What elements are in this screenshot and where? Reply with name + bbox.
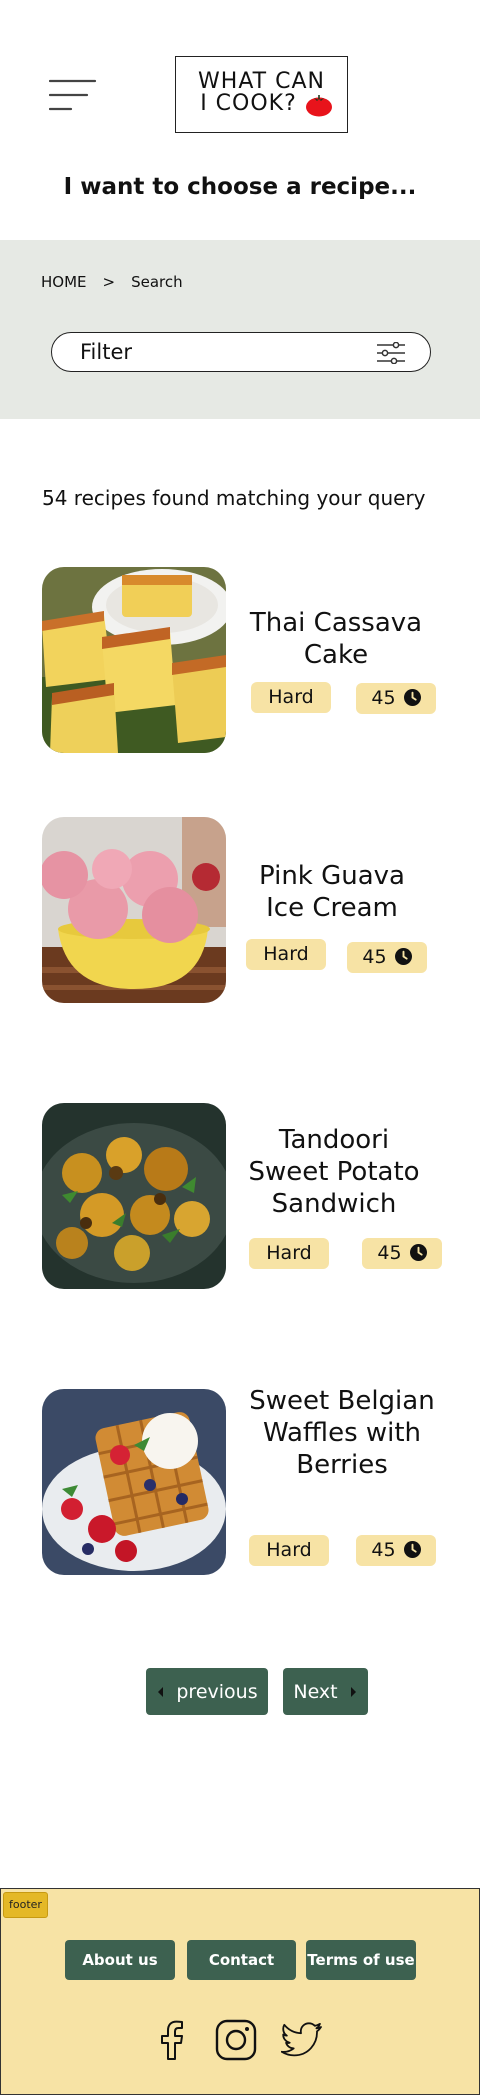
recipe-image-ice-cream[interactable] (42, 817, 226, 1003)
contact-button[interactable]: Contact (187, 1940, 296, 1980)
instagram-icon[interactable] (215, 2019, 257, 2061)
time-value: 45 (371, 687, 396, 709)
chevron-left-icon (158, 1686, 164, 1697)
twitter-icon[interactable] (281, 2019, 323, 2061)
recipe-title[interactable]: Thai Cassava Cake (240, 607, 432, 671)
logo-line-1: WHAT CAN (198, 69, 325, 94)
recipe-title[interactable]: Sweet Belgian Waffles with Berries (246, 1385, 438, 1481)
previous-page-button[interactable]: previous (146, 1668, 268, 1715)
about-us-button[interactable]: About us (65, 1940, 175, 1980)
breadcrumb-home-link[interactable]: HOME (41, 273, 87, 291)
clock-icon (394, 948, 412, 965)
difficulty-badge: Hard (249, 1238, 329, 1269)
filter-input[interactable] (80, 339, 360, 365)
time-value: 45 (371, 1539, 396, 1561)
facebook-icon[interactable] (151, 2019, 193, 2061)
search-section: HOME > Search (0, 240, 480, 419)
chevron-right-icon (350, 1686, 356, 1697)
next-label: Next (293, 1680, 338, 1703)
time-value: 45 (377, 1242, 402, 1264)
clock-icon (409, 1244, 427, 1261)
logo[interactable]: WHAT CAN I COOK? (175, 56, 348, 133)
time-badge: 45 (362, 1238, 442, 1269)
recipe-title[interactable]: Tandoori Sweet Potato Sandwich (236, 1124, 432, 1220)
breadcrumb-current: Search (131, 273, 183, 291)
tomato-icon (306, 95, 332, 117)
time-badge: 45 (356, 683, 436, 714)
recipe-image-tandoori-potato[interactable] (42, 1103, 226, 1289)
previous-label: previous (176, 1680, 258, 1703)
terms-of-use-button[interactable]: Terms of use (306, 1940, 416, 1980)
breadcrumb: HOME > Search (41, 273, 183, 291)
difficulty-badge: Hard (251, 682, 331, 713)
recipe-image-cassava-cake[interactable] (42, 567, 226, 753)
time-badge: 45 (347, 942, 427, 973)
breadcrumb-separator: > (102, 273, 116, 291)
time-badge: 45 (356, 1535, 436, 1566)
recipe-title[interactable]: Pink Guava Ice Cream (236, 860, 428, 924)
clock-icon (403, 689, 421, 706)
hamburger-menu-icon[interactable] (49, 78, 97, 112)
filter-field[interactable] (51, 332, 431, 372)
footer: footer About us Contact Terms of use (0, 1888, 480, 2095)
recipe-image-waffles[interactable] (42, 1389, 226, 1575)
time-value: 45 (362, 946, 387, 968)
results-count: 54 recipes found matching your query (42, 486, 426, 510)
page-title: I want to choose a recipe... (63, 174, 417, 200)
footer-tag: footer (3, 1892, 48, 1918)
next-page-button[interactable]: Next (283, 1668, 368, 1715)
difficulty-badge: Hard (249, 1535, 329, 1566)
difficulty-badge: Hard (246, 939, 326, 970)
sliders-filter-icon[interactable] (376, 342, 406, 364)
page: WHAT CAN I COOK? I want to choose a reci… (0, 0, 480, 2095)
clock-icon (403, 1541, 421, 1558)
